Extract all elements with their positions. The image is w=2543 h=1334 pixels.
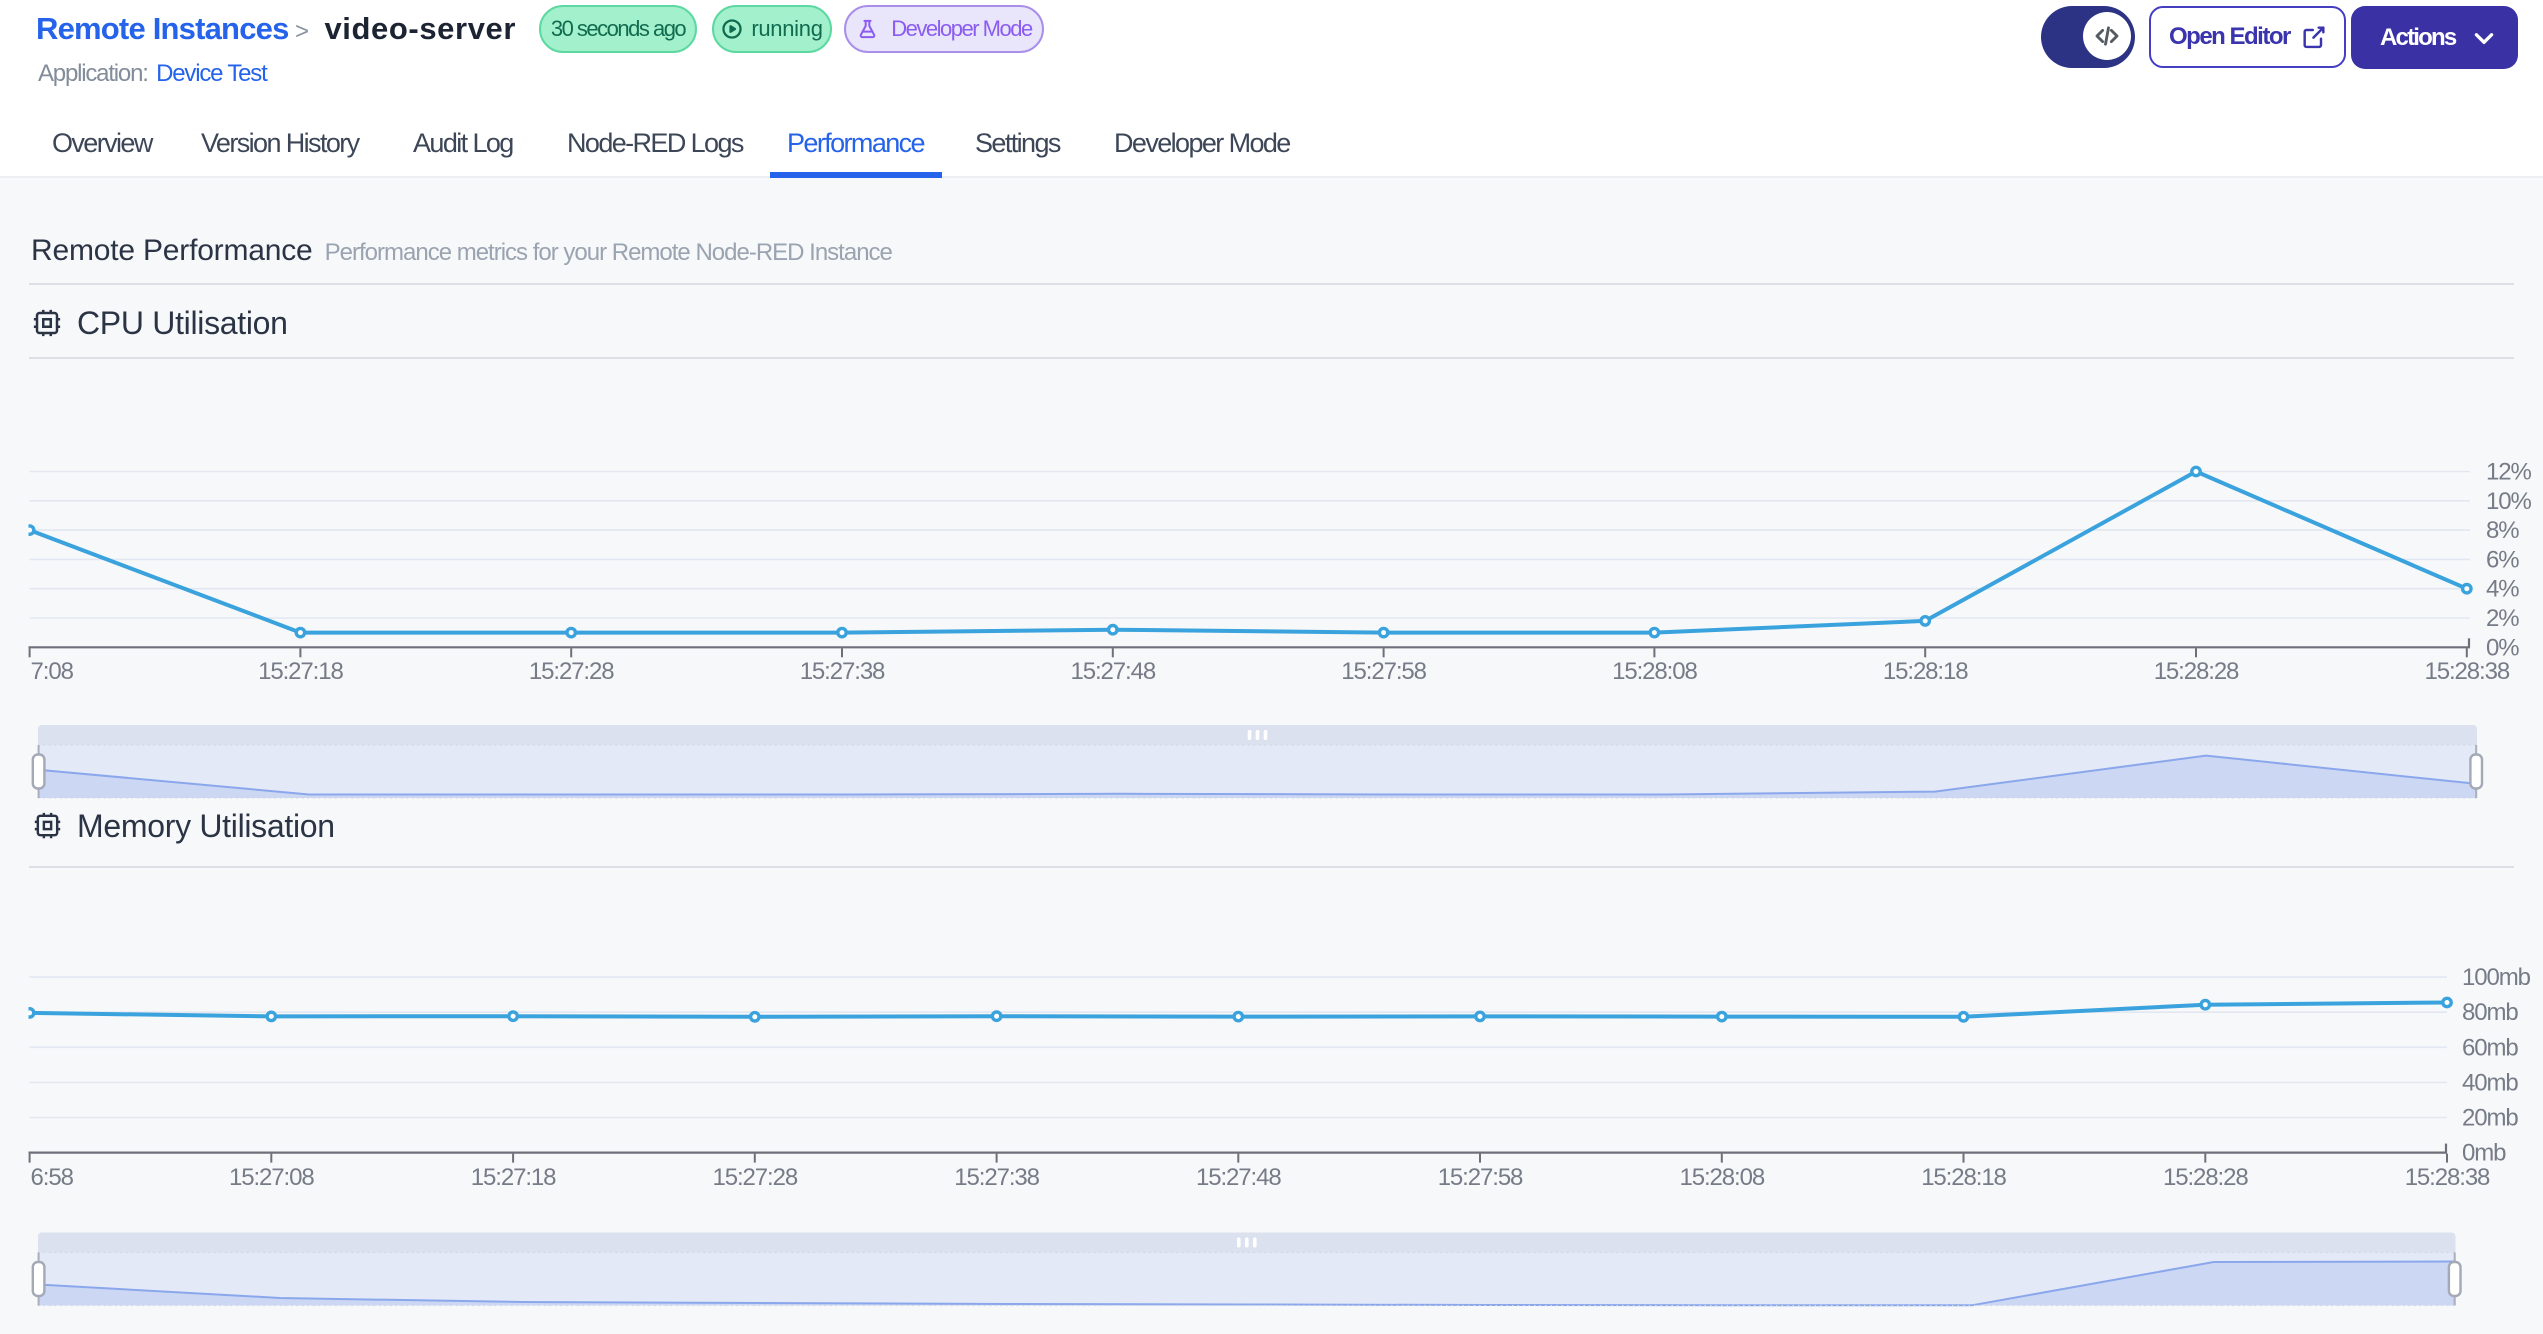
svg-text:15:27:38: 15:27:38 [800, 658, 885, 685]
svg-text:0%: 0% [2486, 634, 2519, 661]
svg-text:6:58: 6:58 [31, 1164, 74, 1191]
svg-text:60mb: 60mb [2462, 1034, 2518, 1061]
svg-text:15:27:58: 15:27:58 [1341, 658, 1426, 685]
svg-text:40mb: 40mb [2462, 1069, 2518, 1096]
svg-text:15:28:18: 15:28:18 [1883, 658, 1968, 685]
svg-text:15:27:48: 15:27:48 [1196, 1164, 1281, 1191]
svg-text:15:27:58: 15:27:58 [1438, 1164, 1523, 1191]
svg-text:6%: 6% [2486, 546, 2519, 573]
svg-text:15:28:38: 15:28:38 [2405, 1164, 2490, 1191]
svg-text:7:08: 7:08 [31, 658, 74, 685]
svg-text:10%: 10% [2486, 488, 2531, 515]
svg-text:15:27:08: 15:27:08 [229, 1164, 314, 1191]
svg-text:80mb: 80mb [2462, 999, 2518, 1026]
svg-text:4%: 4% [2486, 576, 2519, 603]
svg-text:15:28:28: 15:28:28 [2154, 658, 2239, 685]
svg-text:0mb: 0mb [2462, 1140, 2506, 1167]
svg-text:15:27:38: 15:27:38 [954, 1164, 1039, 1191]
svg-text:15:28:08: 15:28:08 [1679, 1164, 1764, 1191]
svg-text:15:27:18: 15:27:18 [258, 658, 343, 685]
svg-text:15:28:08: 15:28:08 [1612, 658, 1697, 685]
svg-text:15:27:18: 15:27:18 [471, 1164, 556, 1191]
svg-text:15:27:48: 15:27:48 [1070, 658, 1155, 685]
svg-text:20mb: 20mb [2462, 1105, 2518, 1132]
svg-text:15:28:18: 15:28:18 [1921, 1164, 2006, 1191]
svg-text:12%: 12% [2486, 459, 2531, 486]
svg-text:15:28:28: 15:28:28 [2163, 1164, 2248, 1191]
svg-text:100mb: 100mb [2462, 964, 2531, 991]
svg-text:15:27:28: 15:27:28 [712, 1164, 797, 1191]
svg-text:2%: 2% [2486, 605, 2519, 632]
svg-text:15:28:38: 15:28:38 [2424, 658, 2509, 685]
svg-text:15:27:28: 15:27:28 [529, 658, 614, 685]
svg-text:8%: 8% [2486, 517, 2519, 544]
